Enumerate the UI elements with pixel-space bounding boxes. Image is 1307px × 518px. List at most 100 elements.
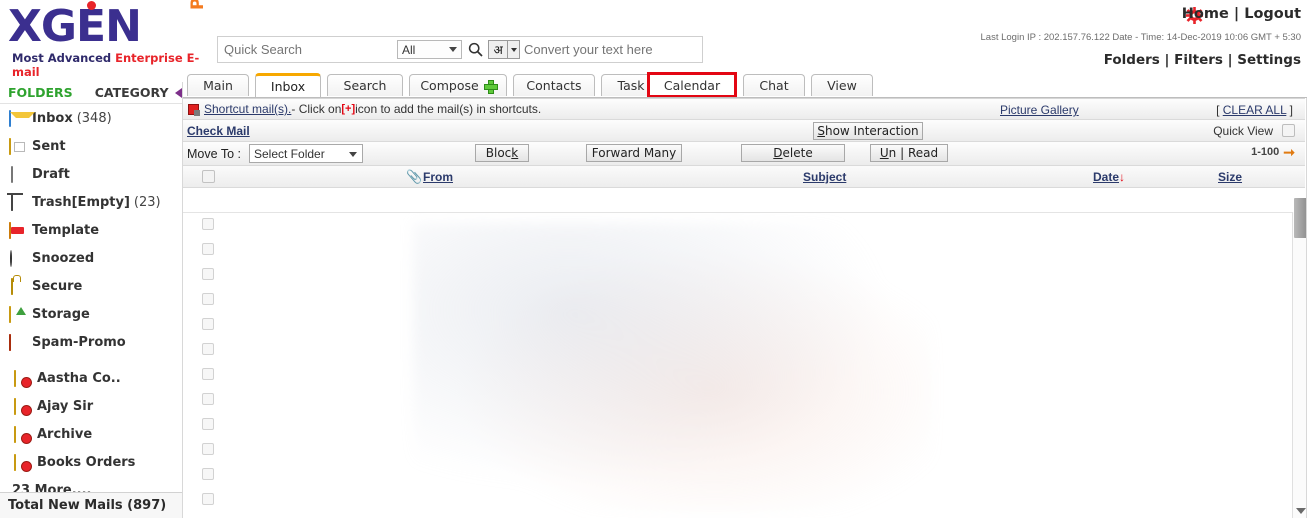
xgen-logo[interactable]: XGEN PLUS Most Advanced Enterprise E-mai…: [8, 0, 208, 79]
row-checkbox[interactable]: [202, 318, 214, 330]
tab-calendar[interactable]: Calendar: [647, 72, 737, 98]
sidebar-item-sent[interactable]: Sent: [0, 132, 182, 160]
row-checkbox[interactable]: [202, 418, 214, 430]
bracket-open: [: [1216, 103, 1223, 117]
quick-view-checkbox[interactable]: [1282, 124, 1295, 137]
folders-link[interactable]: Folders: [1104, 52, 1160, 68]
transliterate-button[interactable]: अ: [488, 40, 509, 59]
tab-chat[interactable]: Chat: [743, 74, 805, 96]
logo-plus-text: PLUS: [175, 0, 221, 10]
triangle-left-icon[interactable]: [174, 87, 182, 98]
tab-inbox[interactable]: Inbox: [255, 73, 321, 97]
transliterate-dropdown[interactable]: [508, 40, 521, 59]
shortcut-mails-link[interactable]: Shortcut mail(s).: [204, 102, 291, 116]
select-all-checkbox[interactable]: [202, 170, 215, 183]
scroll-down-arrow-icon[interactable]: [1293, 504, 1307, 518]
move-to-label: Move To :: [187, 147, 241, 161]
sidebar-item-draft[interactable]: Draft: [0, 160, 182, 188]
logout-link[interactable]: Logout: [1244, 6, 1301, 22]
sidebar-item-count: (348): [76, 110, 112, 126]
clear-all-link[interactable]: CLEAR ALL: [1223, 103, 1287, 117]
sidebar-item-books-orders[interactable]: Books Orders: [0, 448, 182, 476]
user-folder-icon: [14, 397, 31, 415]
home-link[interactable]: Home: [1182, 6, 1229, 22]
row-checkbox[interactable]: [202, 218, 214, 230]
quick-search-input[interactable]: [218, 37, 394, 62]
sidebar-item-spam-promo[interactable]: Spam-Promo: [0, 328, 182, 356]
sidebar-item-trash[interactable]: Trash[Empty] (23): [0, 188, 182, 216]
mail-list-scrollbar[interactable]: [1292, 198, 1307, 518]
tab-search[interactable]: Search: [327, 74, 403, 96]
tab-label: View: [827, 78, 857, 93]
row-checkbox[interactable]: [202, 343, 214, 355]
sidebar-item-snoozed[interactable]: Snoozed: [0, 244, 182, 272]
tab-main[interactable]: Main: [187, 74, 249, 96]
table-row[interactable]: [183, 463, 1283, 488]
sidebar-item-label: Books Orders: [37, 454, 136, 470]
tab-label: Contacts: [526, 78, 582, 93]
table-row[interactable]: [183, 413, 1283, 438]
row-checkbox[interactable]: [202, 493, 214, 505]
user-folder-icon: [14, 369, 31, 387]
unread-rest: n | Read: [888, 146, 939, 160]
unread-toggle-button[interactable]: Un | Read: [870, 144, 948, 162]
tab-view[interactable]: View: [811, 74, 873, 96]
row-checkbox[interactable]: [202, 243, 214, 255]
row-checkbox[interactable]: [202, 268, 214, 280]
table-row[interactable]: [183, 363, 1283, 388]
column-header-from[interactable]: From: [423, 170, 453, 184]
table-row[interactable]: [183, 213, 1283, 238]
filters-link[interactable]: Filters: [1174, 52, 1223, 68]
logo-tagline: Most Advanced Enterprise E-mail: [12, 51, 208, 79]
table-row[interactable]: [183, 388, 1283, 413]
block-button[interactable]: Bloc k: [475, 144, 529, 162]
search-scope-select[interactable]: All: [397, 40, 463, 59]
show-interaction-button[interactable]: Show Interaction: [813, 122, 923, 140]
tab-contacts[interactable]: Contacts: [513, 74, 595, 96]
delete-button[interactable]: Delete: [741, 144, 845, 162]
table-row[interactable]: [183, 238, 1283, 263]
picture-gallery-link[interactable]: Picture Gallery: [1000, 103, 1079, 117]
plus-icon: [483, 79, 498, 94]
app-header: XGEN PLUS Most Advanced Enterprise E-mai…: [0, 0, 1307, 79]
quick-view-label: Quick View: [1213, 124, 1273, 138]
check-mail-link[interactable]: Check Mail: [187, 124, 250, 138]
sidebar-tab-folders[interactable]: FOLDERS: [8, 85, 73, 100]
row-checkbox[interactable]: [202, 293, 214, 305]
forward-many-button[interactable]: Forward Many: [586, 144, 682, 162]
table-row[interactable]: [183, 288, 1283, 313]
move-to-folder-select[interactable]: Select Folder: [249, 144, 363, 163]
shortcut-text-after: icon to add the mail(s) in shortcuts.: [355, 102, 542, 116]
sidebar-item-secure[interactable]: Secure: [0, 272, 182, 300]
table-row[interactable]: [183, 438, 1283, 463]
row-checkbox[interactable]: [202, 443, 214, 455]
table-row[interactable]: [183, 313, 1283, 338]
table-row[interactable]: [183, 338, 1283, 363]
sidebar-item-aastha-co[interactable]: Aastha Co..: [0, 364, 182, 392]
tab-compose[interactable]: Compose: [409, 74, 507, 96]
column-header-subject[interactable]: Subject: [803, 170, 846, 184]
sidebar-tab-category[interactable]: CATEGORY: [95, 85, 169, 100]
link-separator: |: [1233, 6, 1240, 22]
arrow-right-icon[interactable]: ➞: [1283, 145, 1295, 159]
column-header-date[interactable]: Date↓: [1093, 170, 1125, 184]
shortcut-text-before: - Click on: [291, 102, 342, 116]
delete-rest: elete: [782, 146, 813, 160]
convert-text-input[interactable]: [520, 37, 703, 62]
storage-folder-icon: [9, 305, 26, 323]
sidebar-item-archive[interactable]: Archive: [0, 420, 182, 448]
sidebar-item-ajay-sir[interactable]: Ajay Sir: [0, 392, 182, 420]
sidebar-item-inbox[interactable]: Inbox (348): [0, 104, 182, 132]
column-header-size[interactable]: Size: [1218, 170, 1242, 184]
row-checkbox[interactable]: [202, 468, 214, 480]
table-row[interactable]: [183, 263, 1283, 288]
sidebar-item-storage[interactable]: Storage: [0, 300, 182, 328]
sidebar-item-label: Spam-Promo: [32, 334, 126, 350]
sidebar-item-label: Snoozed: [32, 250, 95, 266]
row-checkbox[interactable]: [202, 368, 214, 380]
settings-link[interactable]: Settings: [1237, 52, 1301, 68]
sidebar-item-template[interactable]: Template: [0, 216, 182, 244]
table-row[interactable]: [183, 488, 1283, 513]
search-icon[interactable]: [462, 39, 488, 61]
row-checkbox[interactable]: [202, 393, 214, 405]
